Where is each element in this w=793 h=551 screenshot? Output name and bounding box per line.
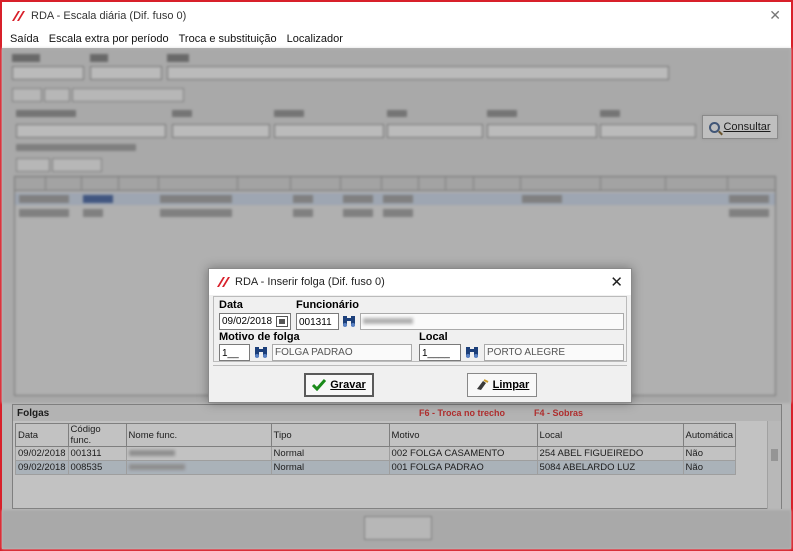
col-data[interactable]: Data: [15, 423, 69, 447]
dialog-title: RDA - Inserir folga (Dif. fuso 0): [235, 276, 385, 288]
search-binoculars-icon[interactable]: [465, 345, 479, 359]
cell-nome: [125, 460, 272, 475]
menu-item-localizador[interactable]: Localizador: [287, 33, 343, 45]
menu-item-saida[interactable]: Saída: [10, 33, 39, 45]
app-logo-icon: [217, 277, 230, 287]
col-nome[interactable]: Nome func.: [125, 423, 272, 447]
folgas-table: Data Código func. Nome func. Tipo Motivo…: [15, 423, 737, 475]
cell-nome: [125, 446, 272, 461]
cell-data: 09/02/2018: [15, 460, 69, 475]
inserir-folga-dialog: RDA - Inserir folga (Dif. fuso 0) ✕ Data…: [208, 268, 632, 403]
col-tipo[interactable]: Tipo: [270, 423, 390, 447]
cell-local: 5084 ABELARDO LUZ: [536, 460, 684, 475]
cell-automatica: Não: [682, 446, 737, 461]
motivo-label: Motivo de folga: [219, 331, 300, 343]
hint-f6: F6 - Troca no trecho: [419, 408, 506, 418]
close-icon[interactable]: ✕: [769, 7, 781, 24]
folgas-header-row: Data Código func. Nome func. Tipo Motivo…: [15, 423, 737, 447]
gravar-button[interactable]: Gravar: [304, 373, 374, 397]
gravar-label: Gravar: [330, 379, 366, 391]
folgas-scrollbar[interactable]: [767, 421, 781, 509]
dialog-form-area: Data Funcionário 09/02/2018 Motivo de fo…: [213, 296, 627, 362]
title-bar: RDA - Escala diária (Dif. fuso 0) ✕: [2, 2, 791, 30]
search-binoculars-icon[interactable]: [342, 314, 356, 328]
redacted-name: [363, 318, 413, 325]
consultar-button[interactable]: Consultar: [702, 115, 778, 139]
redacted-name: [128, 464, 185, 471]
cell-codigo: 008535: [67, 460, 127, 475]
calendar-icon[interactable]: [276, 316, 288, 327]
col-motivo[interactable]: Motivo: [388, 423, 538, 447]
bottom-toolbar: [2, 510, 791, 549]
folgas-title: Folgas: [17, 407, 50, 419]
search-binoculars-icon[interactable]: [254, 345, 268, 359]
eraser-icon: [476, 379, 489, 390]
bottom-limpar-button[interactable]: [364, 516, 432, 540]
cell-motivo: 001 FOLGA PADRAO: [388, 460, 538, 475]
col-codigo[interactable]: Código func.: [67, 423, 127, 447]
window-title: RDA - Escala diária (Dif. fuso 0): [31, 10, 187, 22]
magnifier-icon: [709, 121, 721, 133]
hint-f4: F4 - Sobras: [534, 408, 584, 418]
cell-motivo: 002 FOLGA CASAMENTO: [388, 446, 538, 461]
data-label: Data: [219, 299, 243, 311]
data-value: 09/02/2018: [222, 316, 273, 327]
table-row[interactable]: 09/02/2018 008535 Normal 001 FOLGA PADRA…: [15, 460, 737, 475]
main-window: RDA - Escala diária (Dif. fuso 0) ✕ Saíd…: [0, 0, 793, 551]
close-icon[interactable]: ✕: [610, 273, 623, 291]
limpar-label: Limpar: [492, 379, 530, 391]
cell-local: 254 ABEL FIGUEIREDO: [536, 446, 684, 461]
data-field[interactable]: 09/02/2018: [219, 313, 291, 330]
folgas-panel: Folgas F6 - Troca no trecho F4 - Sobras …: [12, 404, 782, 509]
cell-automatica: Não: [682, 460, 737, 475]
app-logo-icon: [12, 11, 25, 21]
cell-codigo: 001311: [67, 446, 127, 461]
local-code-input[interactable]: [419, 344, 461, 361]
scrollbar-thumb[interactable]: [771, 449, 778, 461]
cell-tipo: Normal: [270, 460, 390, 475]
local-desc-field: PORTO ALEGRE: [484, 344, 624, 361]
folgas-header: Folgas F6 - Troca no trecho F4 - Sobras: [13, 405, 781, 421]
cell-tipo: Normal: [270, 446, 390, 461]
funcionario-label: Funcionário: [296, 299, 359, 311]
dialog-separator: [213, 365, 627, 366]
check-icon: [312, 379, 327, 391]
col-local[interactable]: Local: [536, 423, 684, 447]
menu-item-escala-extra[interactable]: Escala extra por período: [49, 33, 169, 45]
col-automatica[interactable]: Automática: [682, 423, 737, 447]
local-label: Local: [419, 331, 448, 343]
limpar-button[interactable]: Limpar: [467, 373, 537, 397]
menu-bar: Saída Escala extra por período Troca e s…: [2, 30, 791, 48]
funcionario-code-input[interactable]: [296, 313, 339, 330]
consultar-label: Consultar: [723, 121, 771, 133]
dialog-title-bar: RDA - Inserir folga (Dif. fuso 0) ✕: [209, 269, 631, 295]
funcionario-name-field: [360, 313, 624, 330]
table-row[interactable]: 09/02/2018 001311 Normal 002 FOLGA CASAM…: [15, 446, 737, 461]
motivo-desc-field: FOLGA PADRAO: [272, 344, 412, 361]
menu-item-troca[interactable]: Troca e substituição: [179, 33, 277, 45]
cell-data: 09/02/2018: [15, 446, 69, 461]
redacted-name: [128, 450, 175, 457]
motivo-code-input[interactable]: [219, 344, 250, 361]
